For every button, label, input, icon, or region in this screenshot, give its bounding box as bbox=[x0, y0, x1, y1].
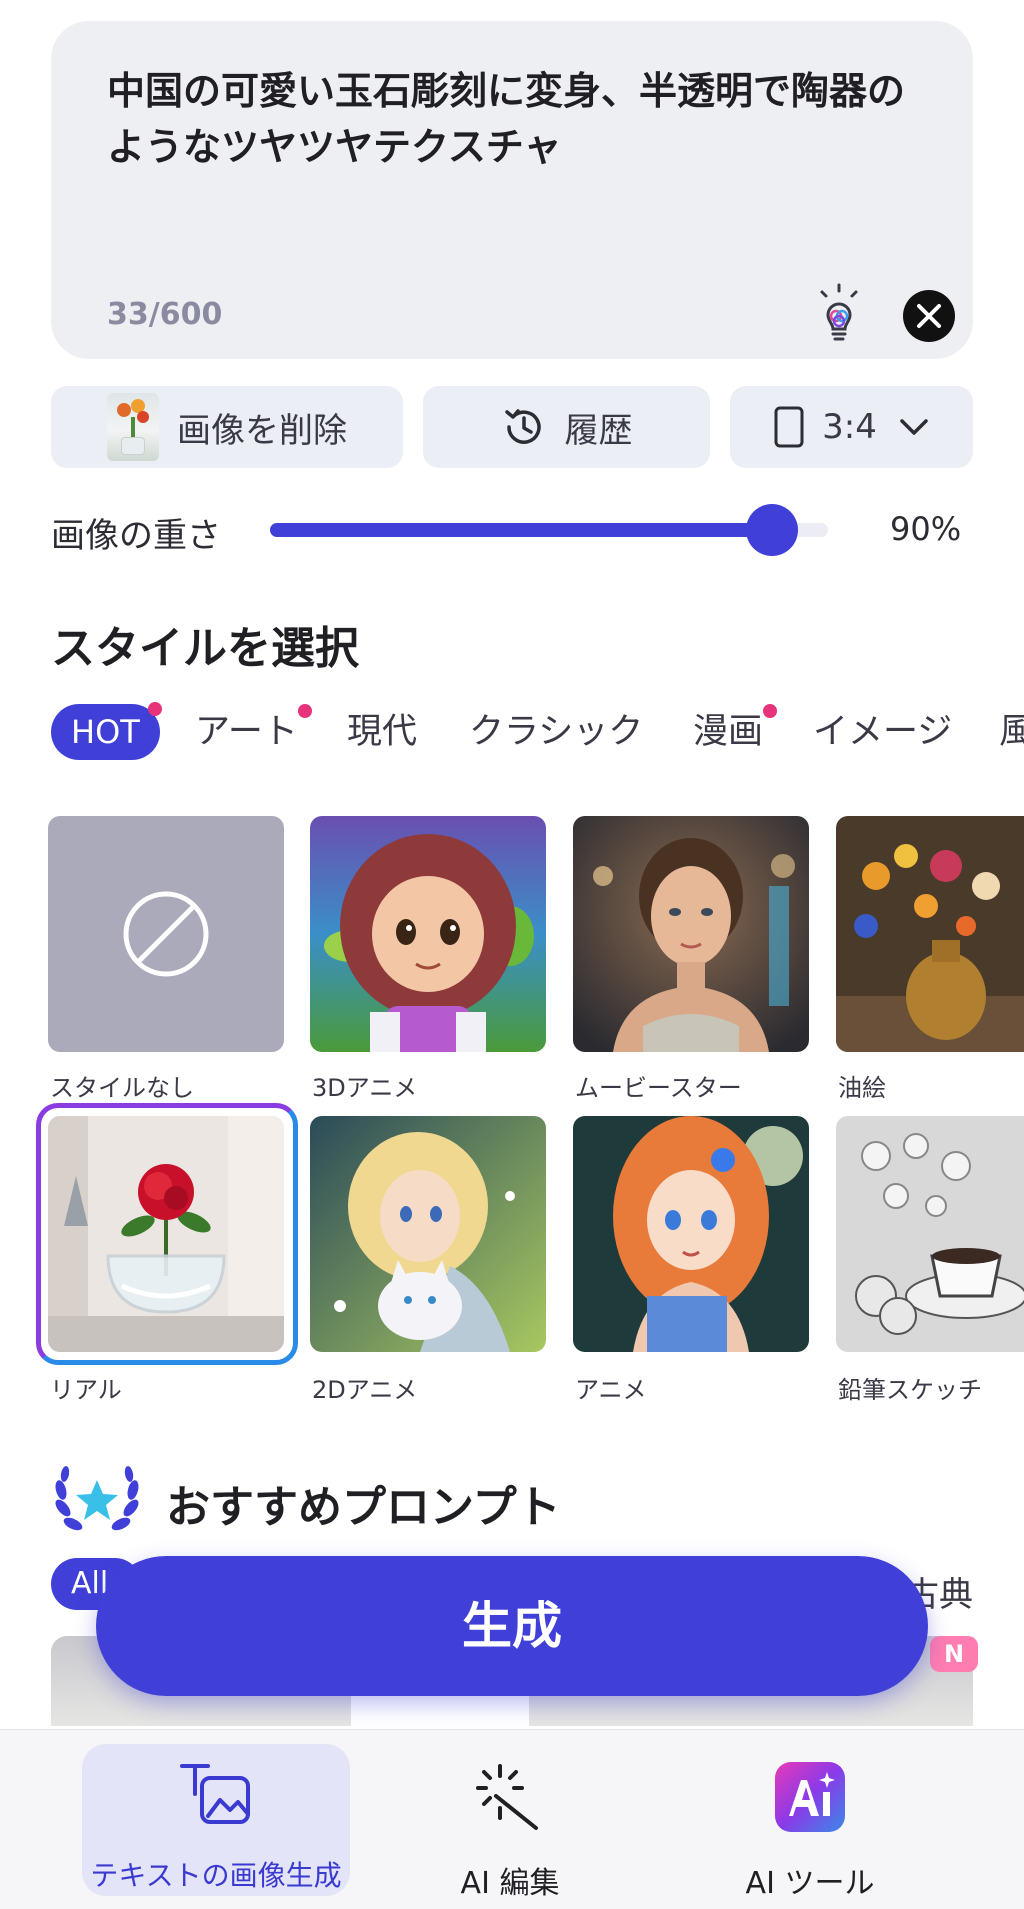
style-section-title: スタイルを選択 bbox=[51, 623, 359, 674]
realistic-rose-image bbox=[48, 1116, 284, 1352]
aspect-ratio-value: 3:4 bbox=[822, 407, 877, 447]
style-anime-tile[interactable] bbox=[573, 1116, 809, 1352]
style-category-tabs: HOT アート 現代 クラシック 漫画 イメージ 風 bbox=[51, 702, 1024, 760]
style-pencil-sketch-tile[interactable] bbox=[836, 1116, 1024, 1352]
tab-art[interactable]: アート bbox=[195, 704, 312, 760]
tab-manga[interactable]: 漫画 bbox=[693, 704, 778, 760]
ai-tool-app-icon bbox=[775, 1762, 845, 1832]
pencil-sketch-still-life-image bbox=[836, 1116, 1024, 1352]
tab-hot[interactable]: HOT bbox=[51, 702, 162, 760]
style-label: 油絵 bbox=[838, 1074, 886, 1102]
new-badge: N bbox=[930, 1636, 978, 1672]
style-label: リアル bbox=[50, 1376, 122, 1404]
tab-classic[interactable]: クラシック bbox=[469, 704, 643, 760]
style-oil-painting-tile[interactable] bbox=[836, 816, 1024, 1052]
tab-modern[interactable]: 現代 bbox=[347, 704, 417, 760]
portrait-frame-icon bbox=[774, 406, 804, 448]
nav-ai-tools[interactable]: AI ツール bbox=[710, 1744, 910, 1901]
history-label: 履歴 bbox=[564, 410, 633, 451]
style-label: アニメ bbox=[575, 1376, 647, 1404]
reference-image-thumbnail bbox=[107, 393, 159, 461]
new-dot bbox=[147, 702, 162, 716]
slider-fill bbox=[270, 523, 773, 537]
new-dot bbox=[297, 704, 312, 718]
prompt-input-box[interactable]: 中国の可愛い玉石彫刻に変身、半透明で陶器のようなツヤツヤテクスチャ 33/600 bbox=[51, 21, 973, 359]
style-movie-star-tile[interactable] bbox=[573, 816, 809, 1052]
oil-painting-flowers-image bbox=[836, 816, 1024, 1052]
text-to-image-icon bbox=[180, 1764, 250, 1824]
bottom-navigation: テキストの画像生成 AI 編集 AI ツール bbox=[0, 1729, 1024, 1909]
prompt-text[interactable]: 中国の可愛い玉石彫刻に変身、半透明で陶器のようなツヤツヤテクスチャ bbox=[107, 63, 927, 175]
close-icon bbox=[917, 304, 941, 328]
style-label: ムービースター bbox=[575, 1074, 742, 1102]
tab-wind[interactable]: 風 bbox=[999, 704, 1024, 760]
lightbulb-icon[interactable] bbox=[814, 283, 864, 347]
magic-wand-icon bbox=[476, 1764, 538, 1830]
history-icon bbox=[501, 404, 547, 450]
nav-label: AI ツール bbox=[745, 1866, 875, 1901]
recommended-prompts-title: おすすめプロンプト bbox=[166, 1482, 561, 1533]
delete-image-label: 画像を削除 bbox=[177, 410, 347, 451]
nav-text-to-image[interactable]: テキストの画像生成 bbox=[82, 1744, 350, 1896]
movie-star-portrait-image bbox=[573, 816, 809, 1052]
style-real-tile[interactable] bbox=[48, 1116, 284, 1352]
image-weight-slider[interactable] bbox=[270, 504, 828, 556]
3d-anime-girl-image bbox=[310, 816, 546, 1052]
history-button[interactable]: 履歴 bbox=[423, 386, 710, 468]
style-label: 鉛筆スケッチ bbox=[838, 1376, 982, 1404]
nav-label: AI 編集 bbox=[460, 1866, 560, 1901]
chevron-down-icon bbox=[899, 417, 929, 437]
new-dot bbox=[763, 704, 778, 718]
tab-image[interactable]: イメージ bbox=[813, 704, 952, 760]
style-none-tile[interactable] bbox=[48, 816, 284, 1052]
generate-button[interactable]: 生成 bbox=[96, 1556, 928, 1696]
anime-girl-image bbox=[573, 1116, 809, 1352]
image-weight-value: 90% bbox=[890, 510, 962, 548]
image-weight-label: 画像の重さ bbox=[51, 516, 221, 556]
style-label: 2Dアニメ bbox=[312, 1376, 418, 1404]
no-style-icon bbox=[123, 891, 209, 977]
nav-label: テキストの画像生成 bbox=[90, 1859, 342, 1892]
slider-thumb[interactable] bbox=[746, 504, 799, 556]
style-3d-anime-tile[interactable] bbox=[310, 816, 546, 1052]
delete-image-button[interactable]: 画像を削除 bbox=[51, 386, 403, 468]
style-label: 3Dアニメ bbox=[312, 1074, 418, 1102]
2d-anime-girl-cat-image bbox=[310, 1116, 546, 1352]
aspect-ratio-dropdown[interactable]: 3:4 bbox=[730, 386, 973, 468]
character-counter: 33/600 bbox=[107, 297, 223, 332]
clear-text-button[interactable] bbox=[903, 290, 955, 342]
style-2d-anime-tile[interactable] bbox=[310, 1116, 546, 1352]
nav-ai-edit[interactable]: AI 編集 bbox=[410, 1744, 610, 1901]
laurel-star-icon bbox=[51, 1462, 143, 1538]
style-label: スタイルなし bbox=[50, 1074, 194, 1102]
